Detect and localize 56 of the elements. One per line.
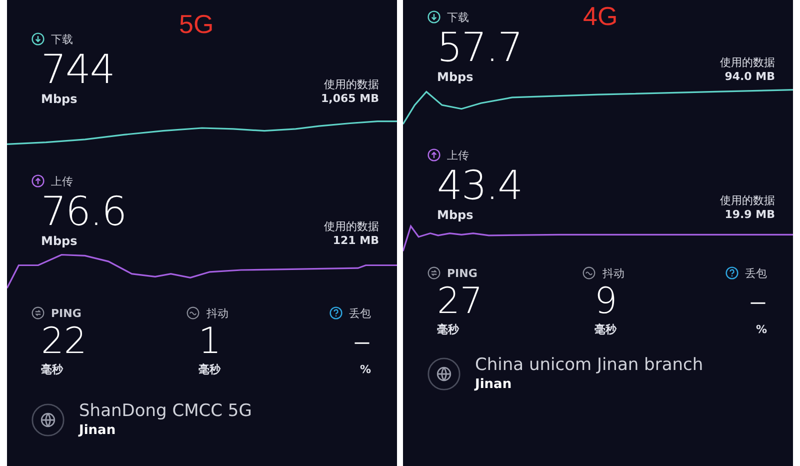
speed-value: 76.6 [41, 190, 126, 234]
metric-label: 丢包 [349, 306, 371, 320]
wave-icon [186, 306, 200, 320]
server-name: ShanDong CMCC 5G [79, 400, 252, 422]
ping-icon [31, 306, 45, 320]
metric-unit: % [756, 322, 768, 338]
metric-label: 丢包 [745, 266, 767, 280]
help-icon [725, 266, 739, 280]
upload-icon [31, 174, 45, 188]
network-label: 4G [583, 0, 618, 32]
speed-label: 下载 [447, 10, 469, 24]
metric-value: 22 [40, 322, 88, 362]
server-location: Jinan [79, 422, 117, 440]
speed-unit: Mbps [41, 92, 78, 106]
speed-unit: Mbps [437, 70, 474, 84]
network-label: 5G [179, 8, 214, 40]
speed-unit: Mbps [41, 234, 78, 248]
data-used-value: 1,065 MB [321, 92, 379, 106]
speed-label: 下载 [51, 32, 73, 46]
metric-value: 1 [197, 322, 222, 362]
metric-unit: 毫秒 [436, 322, 460, 338]
data-used-label: 使用的数据 [324, 220, 379, 234]
metric-label: PING [447, 266, 478, 280]
server-location: Jinan [475, 376, 513, 394]
download-icon [31, 32, 45, 46]
speed-value: 43.4 [437, 164, 522, 208]
metric-label: 抖动 [206, 306, 228, 320]
metric-label: 抖动 [602, 266, 624, 280]
metric-value: – [353, 322, 372, 362]
ping-icon [427, 266, 441, 280]
data-used-label: 使用的数据 [720, 56, 775, 70]
metric-label: PING [51, 306, 82, 320]
metric-unit: 毫秒 [197, 362, 222, 378]
metric-unit: 毫秒 [593, 322, 618, 338]
globe-icon [427, 357, 461, 391]
download-icon [427, 10, 441, 24]
speed-unit: Mbps [437, 208, 474, 222]
metric-unit: % [360, 362, 372, 378]
metric-value: 27 [436, 282, 484, 322]
help-icon [329, 306, 343, 320]
data-used-value: 121 MB [332, 234, 379, 248]
speed-label: 上传 [51, 174, 73, 188]
data-used-value: 94.0 MB [724, 70, 775, 84]
data-used-value: 19.9 MB [724, 208, 775, 222]
speed-value: 744 [41, 48, 114, 92]
globe-icon [31, 403, 65, 437]
metric-value: – [749, 282, 768, 322]
upload-icon [427, 148, 441, 162]
metric-value: 9 [593, 282, 618, 322]
data-used-label: 使用的数据 [720, 194, 775, 208]
data-used-label: 使用的数据 [323, 78, 379, 92]
speed-label: 上传 [447, 148, 469, 162]
metric-unit: 毫秒 [40, 362, 64, 378]
server-name: China unicom Jinan branch [475, 354, 704, 376]
speed-value: 57.7 [437, 26, 522, 70]
wave-icon [582, 266, 596, 280]
